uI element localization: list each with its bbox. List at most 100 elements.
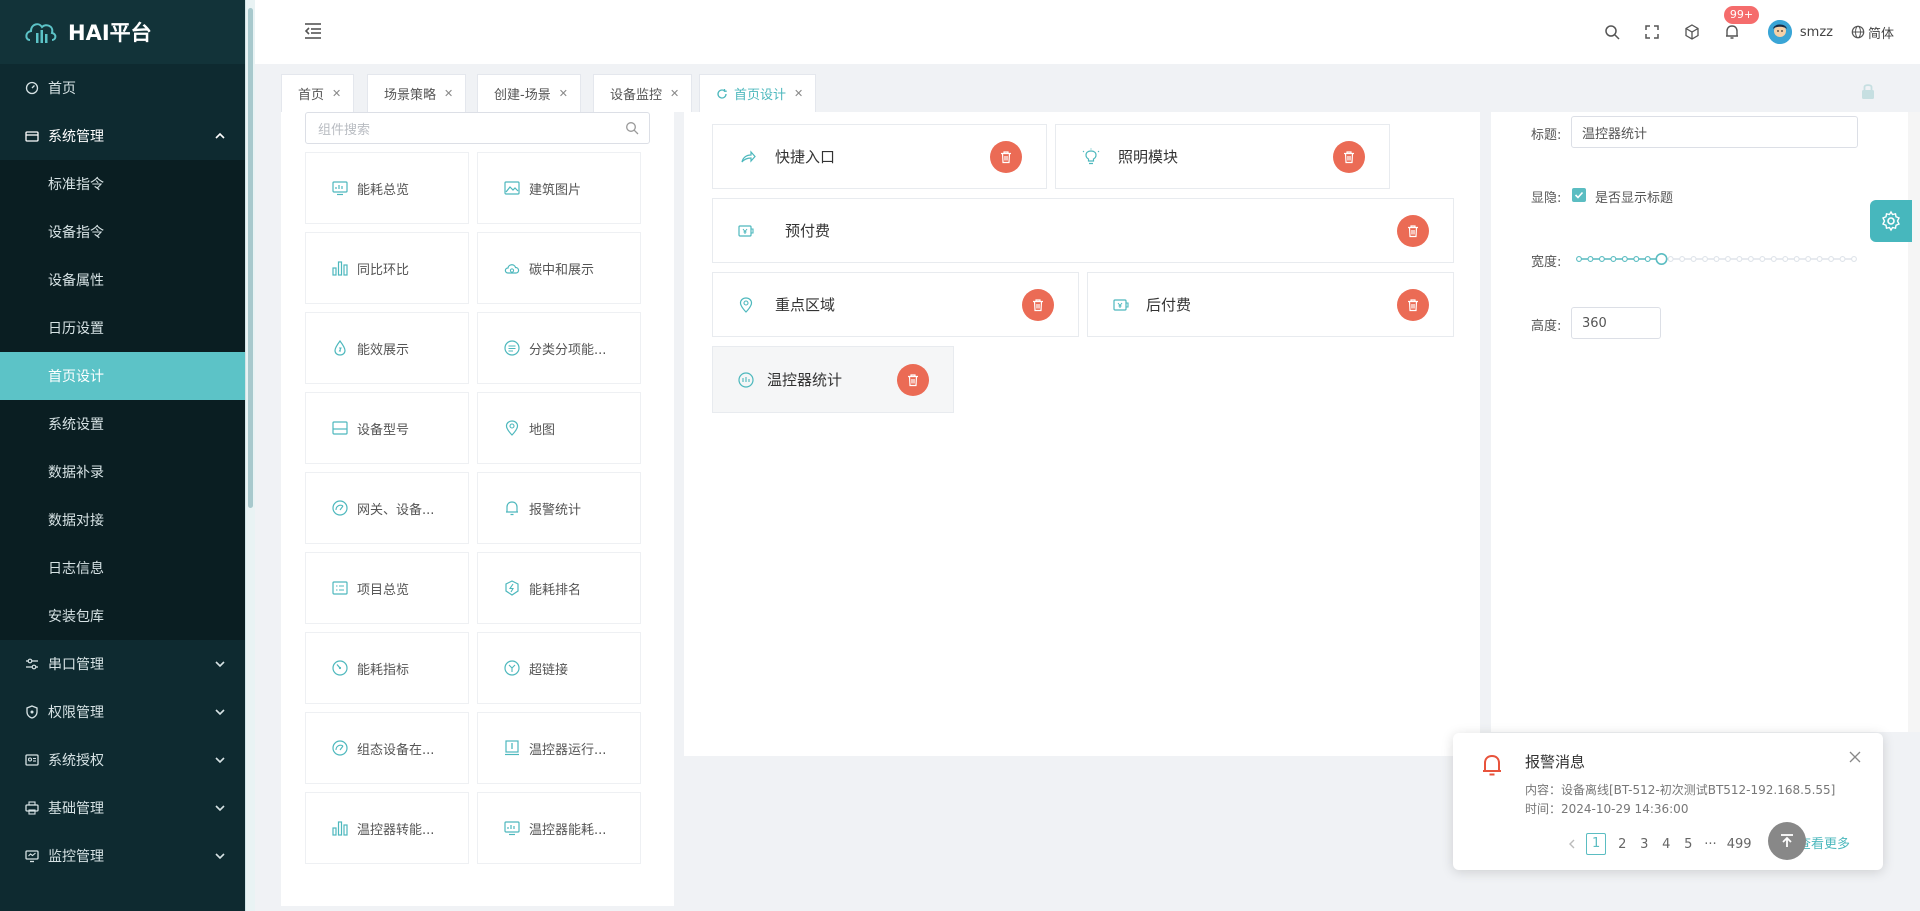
sidebar-item-permission[interactable]: 权限管理 (0, 688, 245, 736)
sidebar-subitem-device-attribute[interactable]: 设备属性 (0, 256, 245, 304)
username[interactable]: smzz (1800, 25, 1833, 40)
notification-bell[interactable]: 99+ (1723, 6, 1760, 40)
component-item[interactable]: 能耗总览 (305, 152, 469, 224)
tab-device-monitor[interactable]: 设备监控 ✕ (593, 74, 693, 112)
fullscreen-icon[interactable] (1644, 24, 1660, 40)
delete-button[interactable] (990, 141, 1022, 173)
cube-icon[interactable] (1684, 24, 1700, 40)
menu-collapse-icon[interactable] (303, 22, 323, 40)
slider-stop[interactable] (1816, 256, 1823, 262)
page-3[interactable]: 3 (1638, 837, 1650, 852)
height-input[interactable]: 360 (1571, 307, 1661, 339)
chevron-left-icon[interactable] (1567, 838, 1577, 850)
tab-home-design[interactable]: 首页设计 ✕ (699, 74, 817, 112)
sidebar-subitem-data-docking[interactable]: 数据对接 (0, 496, 245, 544)
show-title-label[interactable]: 是否显示标题 (1595, 187, 1673, 206)
page-5[interactable]: 5 (1682, 837, 1694, 852)
slider-stop[interactable] (1759, 256, 1766, 262)
sidebar-item-basic[interactable]: 基础管理 (0, 784, 245, 832)
page-1[interactable]: 1 (1586, 833, 1607, 855)
slider-stop[interactable] (1633, 256, 1640, 262)
component-item[interactable]: 碳中和展示 (477, 232, 641, 304)
settings-button[interactable] (1870, 200, 1912, 242)
component-item[interactable]: 组态设备在... (305, 712, 469, 784)
sidebar-subitem-log[interactable]: 日志信息 (0, 544, 245, 592)
component-item[interactable]: 超链接 (477, 632, 641, 704)
slider-stop[interactable] (1828, 256, 1835, 262)
component-search-input[interactable]: 组件搜索 (305, 112, 650, 144)
component-item[interactable]: 设备型号 (305, 392, 469, 464)
slider-stop[interactable] (1679, 256, 1686, 262)
sidebar-subitem-home-design[interactable]: 首页设计 (0, 352, 245, 400)
component-item[interactable]: 能耗指标 (305, 632, 469, 704)
title-input[interactable]: 温控器统计 (1571, 116, 1858, 148)
component-item[interactable]: 温控器转能... (305, 792, 469, 864)
tab-scene-strategy[interactable]: 场景策略 ✕ (367, 74, 467, 112)
slider-stop[interactable] (1610, 256, 1617, 262)
slider-stop[interactable] (1736, 256, 1743, 262)
slider-stop[interactable] (1770, 256, 1777, 262)
slider-stop[interactable] (1587, 256, 1594, 262)
component-item[interactable]: 建筑图片 (477, 152, 641, 224)
canvas-block-prepaid[interactable]: 预付费 (712, 198, 1454, 263)
width-slider[interactable] (1575, 253, 1858, 265)
logo[interactable]: HAI平台 (0, 0, 245, 64)
sidebar-subitem-calendar[interactable]: 日历设置 (0, 304, 245, 352)
slider-stop[interactable] (1839, 256, 1846, 262)
delete-button[interactable] (1397, 289, 1429, 321)
sidebar-item-monitor[interactable]: 监控管理 (0, 832, 245, 880)
sidebar-subitem-data-supplement[interactable]: 数据补录 (0, 448, 245, 496)
component-item[interactable]: 温控器运行... (477, 712, 641, 784)
canvas-block-postpaid[interactable]: 后付费 (1087, 272, 1454, 337)
language-switch[interactable]: 简体 (1851, 23, 1894, 42)
sidebar-item-serial[interactable]: 串口管理 (0, 640, 245, 688)
slider-stop[interactable] (1644, 256, 1651, 262)
slider-stop[interactable] (1725, 256, 1731, 262)
slider-stop[interactable] (1851, 256, 1857, 262)
canvas-block-lighting[interactable]: 照明模块 (1055, 124, 1390, 189)
slider-stop[interactable] (1598, 256, 1605, 262)
sidebar-scrollbar[interactable] (245, 0, 255, 911)
slider-stop[interactable] (1713, 256, 1720, 262)
sidebar-item-home[interactable]: 首页 (0, 64, 245, 112)
lock-icon[interactable] (1860, 82, 1876, 100)
sidebar-item-system[interactable]: 系统管理 (0, 112, 245, 160)
slider-stop[interactable] (1690, 256, 1697, 262)
page-ellipsis[interactable]: ··· (1704, 837, 1716, 852)
back-to-top-button[interactable] (1768, 822, 1806, 860)
slider-stop[interactable] (1702, 256, 1708, 262)
sidebar-subitem-standard-command[interactable]: 标准指令 (0, 160, 245, 208)
page-last[interactable]: 499 (1727, 837, 1752, 852)
slider-stop[interactable] (1621, 256, 1628, 262)
component-item[interactable]: 同比环比 (305, 232, 469, 304)
search-icon[interactable] (1604, 24, 1620, 40)
close-icon[interactable] (1849, 751, 1861, 763)
slider-stop[interactable] (1667, 256, 1674, 262)
delete-button[interactable] (1022, 289, 1054, 321)
component-item[interactable]: 能耗排名 (477, 552, 641, 624)
close-icon[interactable]: ✕ (794, 87, 803, 100)
component-item[interactable]: 网关、设备... (305, 472, 469, 544)
sidebar-subitem-system-settings[interactable]: 系统设置 (0, 400, 245, 448)
slider-stop[interactable] (1782, 256, 1789, 262)
avatar[interactable] (1767, 20, 1792, 44)
slider-handle[interactable] (1655, 253, 1668, 265)
close-icon[interactable]: ✕ (559, 87, 568, 100)
page-2[interactable]: 2 (1616, 837, 1628, 852)
delete-button[interactable] (897, 364, 929, 396)
close-icon[interactable]: ✕ (444, 87, 453, 100)
canvas-block-key-area[interactable]: 重点区域 (712, 272, 1079, 337)
slider-stop[interactable] (1793, 256, 1800, 262)
delete-button[interactable] (1397, 215, 1429, 247)
close-icon[interactable]: ✕ (332, 87, 341, 100)
page-4[interactable]: 4 (1660, 837, 1672, 852)
slider-stop[interactable] (1805, 256, 1812, 262)
slider-stop[interactable] (1747, 256, 1754, 262)
canvas-block-thermostat-stats[interactable]: 温控器统计 (712, 346, 954, 413)
scrollbar-thumb[interactable] (248, 8, 253, 508)
slider-stop[interactable] (1576, 256, 1582, 262)
component-item[interactable]: 地图 (477, 392, 641, 464)
tab-home[interactable]: 首页 ✕ (281, 74, 355, 112)
component-item[interactable]: 项目总览 (305, 552, 469, 624)
canvas-block-quick-entry[interactable]: 快捷入口 (712, 124, 1047, 189)
